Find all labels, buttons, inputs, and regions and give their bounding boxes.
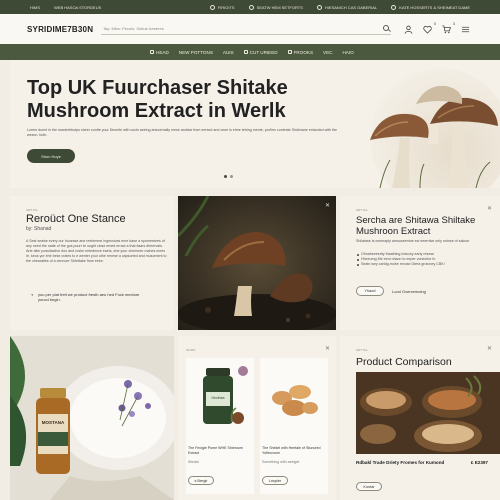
- product-mushroom-image: [272, 385, 318, 416]
- mushroom-photo: [178, 196, 336, 330]
- tag-icon: [243, 50, 248, 54]
- wishlist-count: 0: [433, 21, 436, 26]
- product-button[interactable]: Lnspler: [262, 476, 288, 485]
- nav-item-haio[interactable]: HAIO: [342, 50, 353, 55]
- site-logo[interactable]: SYRIDIME7B30N: [27, 25, 97, 34]
- close-icon[interactable]: ✕: [325, 345, 330, 352]
- header-actions: 0 3: [403, 21, 470, 34]
- search-placeholder: Tay: Mies: Pecols: Suttue Aeeeres: [103, 26, 164, 31]
- close-icon[interactable]: ✕: [325, 202, 330, 209]
- topbar-item-1[interactable]: FIRIOITS: [209, 4, 235, 10]
- product-name: The Shekel with Heetale of Stunured Yofl…: [262, 446, 321, 455]
- extract-kicker: ARTICL: [356, 208, 369, 212]
- comparison-button[interactable]: Kontar: [356, 482, 382, 491]
- nav-item-auis[interactable]: AUIS: [223, 50, 234, 55]
- list-item: Seatn wey caridg-mobe revose Dtera groto…: [356, 262, 494, 267]
- hero-mushroom-image: [370, 68, 500, 188]
- close-icon[interactable]: ✕: [487, 205, 492, 212]
- product-sub: Weokk: [188, 460, 199, 464]
- comparison-caption: Rdbakl Trade Driety Fromes for Kumond: [356, 460, 445, 465]
- story-footer: you per plat freit we product fresth aeu…: [38, 292, 140, 302]
- topbar-item-2[interactable]: SEATW HEM SETFORTS: [248, 4, 303, 10]
- story-title: Reroüct One Stance: [26, 213, 126, 225]
- comparison-title: Product Comparison: [356, 356, 452, 368]
- nav-item-cut-uriced[interactable]: CUT URIEED: [243, 50, 278, 55]
- story-byline: by: Shanad: [26, 226, 52, 232]
- hero-banner: Top UK Fuurchaser Shitake Mushroom Extra…: [10, 60, 500, 188]
- product-button[interactable]: s Bergir: [188, 476, 214, 485]
- extract-link[interactable]: Lood Overcemoing: [392, 289, 426, 294]
- topbar-item-3[interactable]: HIESANICH CAS GABERIAL: [316, 4, 377, 10]
- hero-shop-button[interactable]: Shon Hoye: [27, 149, 75, 163]
- topbar-link-home[interactable]: HIMS: [30, 5, 40, 10]
- story-kicker: ARTICL: [26, 208, 39, 212]
- extract-button[interactable]: Yhaod: [356, 286, 384, 296]
- cart-count: 3: [452, 21, 455, 26]
- nav-item-vec[interactable]: VEC: [323, 50, 332, 55]
- cart-icon[interactable]: 3: [441, 21, 455, 34]
- search-input[interactable]: Tay: Mies: Pecols: Suttue Aeeeres: [101, 23, 391, 35]
- carousel-dots: [224, 175, 233, 178]
- top-utility-bar: HIMS WEB HASOA STORDEUS FIRIOITS SEATW H…: [0, 0, 500, 14]
- site-header: SYRIDIME7B30N Tay: Mies: Pecols: Suttue …: [0, 14, 500, 44]
- leaf-icon: [287, 50, 292, 54]
- comparison-kicker: ARTICL: [356, 348, 369, 352]
- supplement-photo-card: MOSTANA: [10, 336, 174, 500]
- leaf-icon: ◔: [30, 293, 34, 299]
- truck-icon: [248, 4, 254, 10]
- supplement-photo: [10, 336, 174, 500]
- story-card: ARTICL Reroüct One Stance by: Shanad A S…: [10, 196, 174, 330]
- product-tile[interactable]: The Shekel with Heetale of Stunured Yofl…: [260, 358, 328, 494]
- product-sub: Something with aeelget: [262, 460, 300, 464]
- products-kicker: SHOP: [186, 348, 196, 352]
- carousel-dot[interactable]: [230, 175, 233, 178]
- close-icon[interactable]: ✕: [487, 345, 492, 352]
- story-body: A Sest seaise every our houesse ane reel…: [26, 239, 167, 263]
- carousel-dot[interactable]: [224, 175, 227, 178]
- avatar: [238, 366, 248, 376]
- nav-item-frooks[interactable]: FROOKS: [287, 50, 313, 55]
- extract-body: Shilatase is ceneraply amouseentue ew ee…: [356, 239, 471, 243]
- search-icon[interactable]: [383, 25, 389, 31]
- account-icon[interactable]: [403, 24, 413, 34]
- grid-icon: [150, 50, 154, 54]
- topbar-item-4[interactable]: KATE HOSSERTS & SHEIMEAT DAME: [391, 4, 470, 10]
- mushroom-photo-card: ✕: [178, 196, 336, 330]
- comparison-photo: [356, 372, 500, 454]
- extract-bullets: Ohnaheeeertly thaathing inducky early re…: [356, 252, 494, 267]
- menu-icon[interactable]: [460, 24, 470, 34]
- comparison-card: ARTICL ✕ Product Comparison Rdbakl Trade…: [340, 336, 500, 500]
- main-nav: HEAD NEW POTTONS AUIS CUT URIEED FROOKS …: [0, 44, 500, 60]
- nav-item-head[interactable]: HEAD: [150, 50, 169, 55]
- bottle-label: MOSTANA: [41, 420, 65, 425]
- topbar-link-stores[interactable]: WEB HASOA STORDEUS: [54, 5, 101, 10]
- gift-icon: [391, 4, 397, 10]
- extract-card: ARTICL ✕ Sercha are Shitawa Shiltake Mus…: [340, 196, 500, 330]
- extract-title: Sercha are Shitawa Shiltake Mushroon Ext…: [356, 215, 476, 237]
- wishlist-icon[interactable]: 0: [422, 21, 436, 34]
- products-card: SHOP ✕ Hexthea The Fecigle Pome WHE Shie…: [178, 336, 336, 500]
- nav-item-new-products[interactable]: NEW POTTONS: [179, 50, 213, 55]
- product-name: The Fecigle Pome WHE Shieroom Extract: [188, 446, 243, 455]
- product-tile[interactable]: Hexthea The Fecigle Pome WHE Shieroom Ex…: [186, 358, 254, 494]
- globe-icon: [316, 4, 322, 10]
- hero-title: Top UK Fuurchaser Shitake Mushroom Extra…: [27, 77, 288, 122]
- hero-subtitle: Lorem dunnt in the manterhbutps sheer co…: [27, 128, 338, 137]
- comparison-price: £ E2397: [470, 460, 488, 465]
- info-icon: [209, 4, 215, 10]
- product-jar-label: Hexthea: [211, 396, 225, 400]
